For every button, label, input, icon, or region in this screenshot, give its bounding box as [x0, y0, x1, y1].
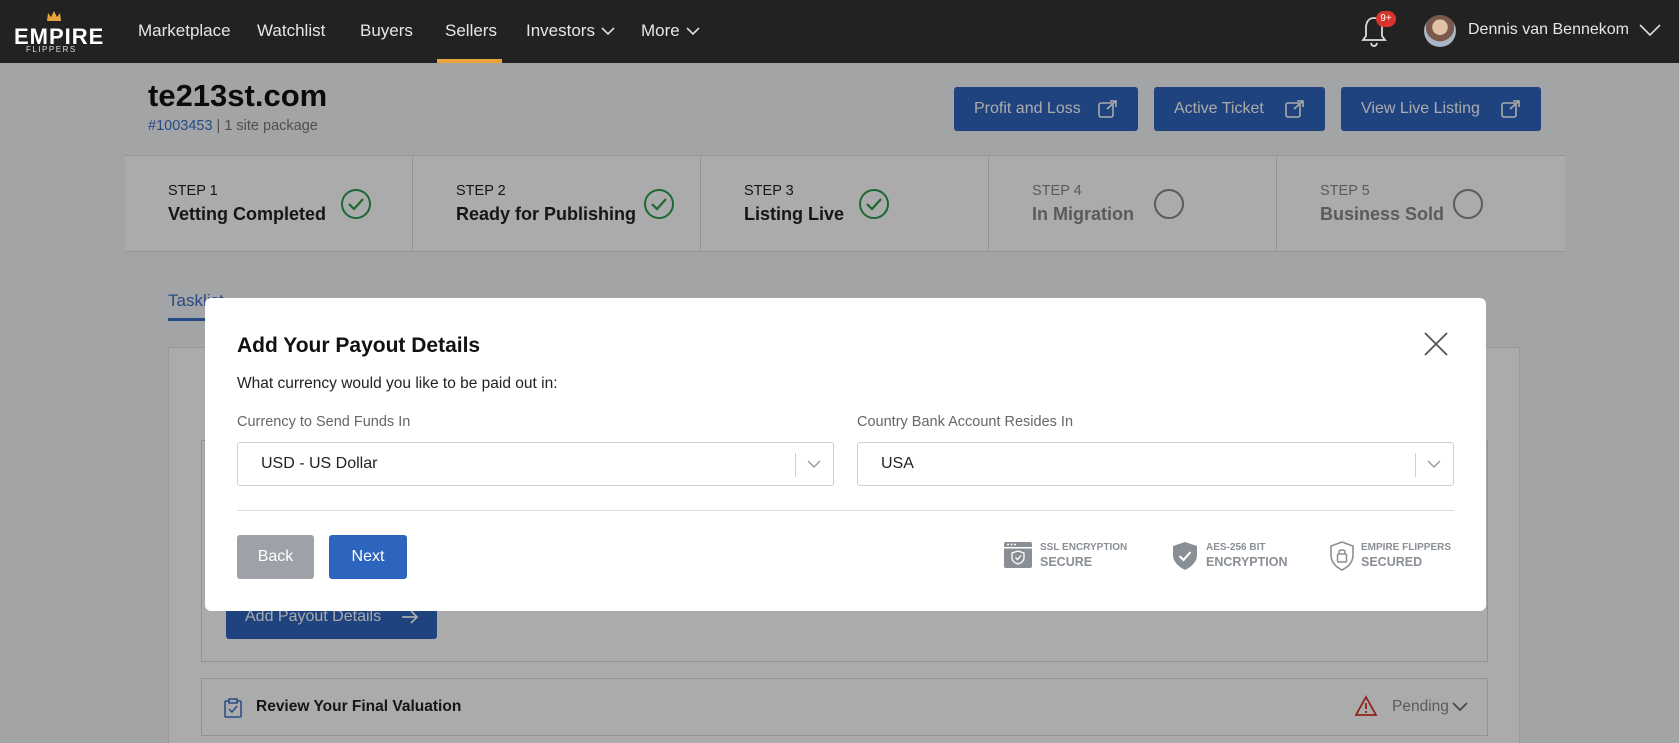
nav-investors[interactable]: Investors — [526, 21, 615, 41]
select-separator — [795, 453, 796, 477]
chevron-down-icon[interactable] — [1639, 24, 1661, 37]
notification-badge: 9+ — [1376, 11, 1396, 27]
ssl-secure-badge: SSL ENCRYPTION SECURE — [1003, 538, 1133, 574]
empire-line1: EMPIRE FLIPPERS — [1361, 542, 1452, 553]
aes-line2: ENCRYPTION — [1206, 555, 1288, 569]
select-separator — [1415, 453, 1416, 477]
country-select[interactable]: USA — [857, 442, 1454, 486]
crown-icon — [47, 11, 61, 21]
chevron-down-icon — [807, 460, 821, 468]
nav-sellers[interactable]: Sellers — [445, 21, 497, 41]
ssl-line2: SECURE — [1040, 555, 1093, 569]
lock-shield-icon — [1330, 541, 1354, 571]
currency-select[interactable]: USD - US Dollar — [237, 442, 834, 486]
payout-details-modal: Add Your Payout Details What currency wo… — [205, 298, 1486, 611]
chevron-down-icon — [601, 27, 615, 36]
logo-sub: FLIPPERS — [26, 45, 77, 54]
country-value: USA — [881, 455, 914, 472]
user-name[interactable]: Dennis van Bennekom — [1468, 21, 1629, 39]
modal-title: Add Your Payout Details — [237, 334, 481, 357]
nav-more[interactable]: More — [641, 21, 700, 41]
modal-question: What currency would you like to be paid … — [237, 375, 558, 392]
country-label: Country Bank Account Resides In — [857, 414, 1074, 430]
shield-check-icon — [1173, 542, 1197, 570]
nav-investors-label: Investors — [526, 21, 595, 40]
currency-value: USD - US Dollar — [261, 455, 378, 472]
empire-secured-badge: EMPIRE FLIPPERS SECURED — [1330, 538, 1455, 574]
close-icon[interactable] — [1423, 331, 1449, 357]
ssl-line1: SSL ENCRYPTION — [1040, 542, 1128, 553]
currency-label: Currency to Send Funds In — [237, 414, 411, 430]
next-button[interactable]: Next — [329, 535, 407, 579]
empire-line2: SECURED — [1361, 555, 1423, 569]
nav-marketplace[interactable]: Marketplace — [138, 21, 231, 41]
aes-encryption-badge: AES-256 BIT ENCRYPTION — [1172, 538, 1292, 574]
nav-buyers[interactable]: Buyers — [360, 21, 413, 41]
chevron-down-icon — [686, 27, 700, 36]
chevron-down-icon — [1427, 460, 1441, 468]
back-button[interactable]: Back — [237, 535, 314, 579]
aes-line1: AES-256 BIT — [1206, 542, 1266, 553]
empire-flippers-logo[interactable]: EMPIRE FLIPPERS — [12, 10, 103, 54]
top-nav: EMPIRE FLIPPERS Marketplace Watchlist Bu… — [0, 0, 1679, 63]
nav-watchlist[interactable]: Watchlist — [257, 21, 325, 41]
modal-divider — [237, 510, 1454, 511]
browser-shield-icon — [1004, 542, 1032, 568]
nav-more-label: More — [641, 21, 680, 40]
avatar[interactable] — [1424, 15, 1456, 47]
